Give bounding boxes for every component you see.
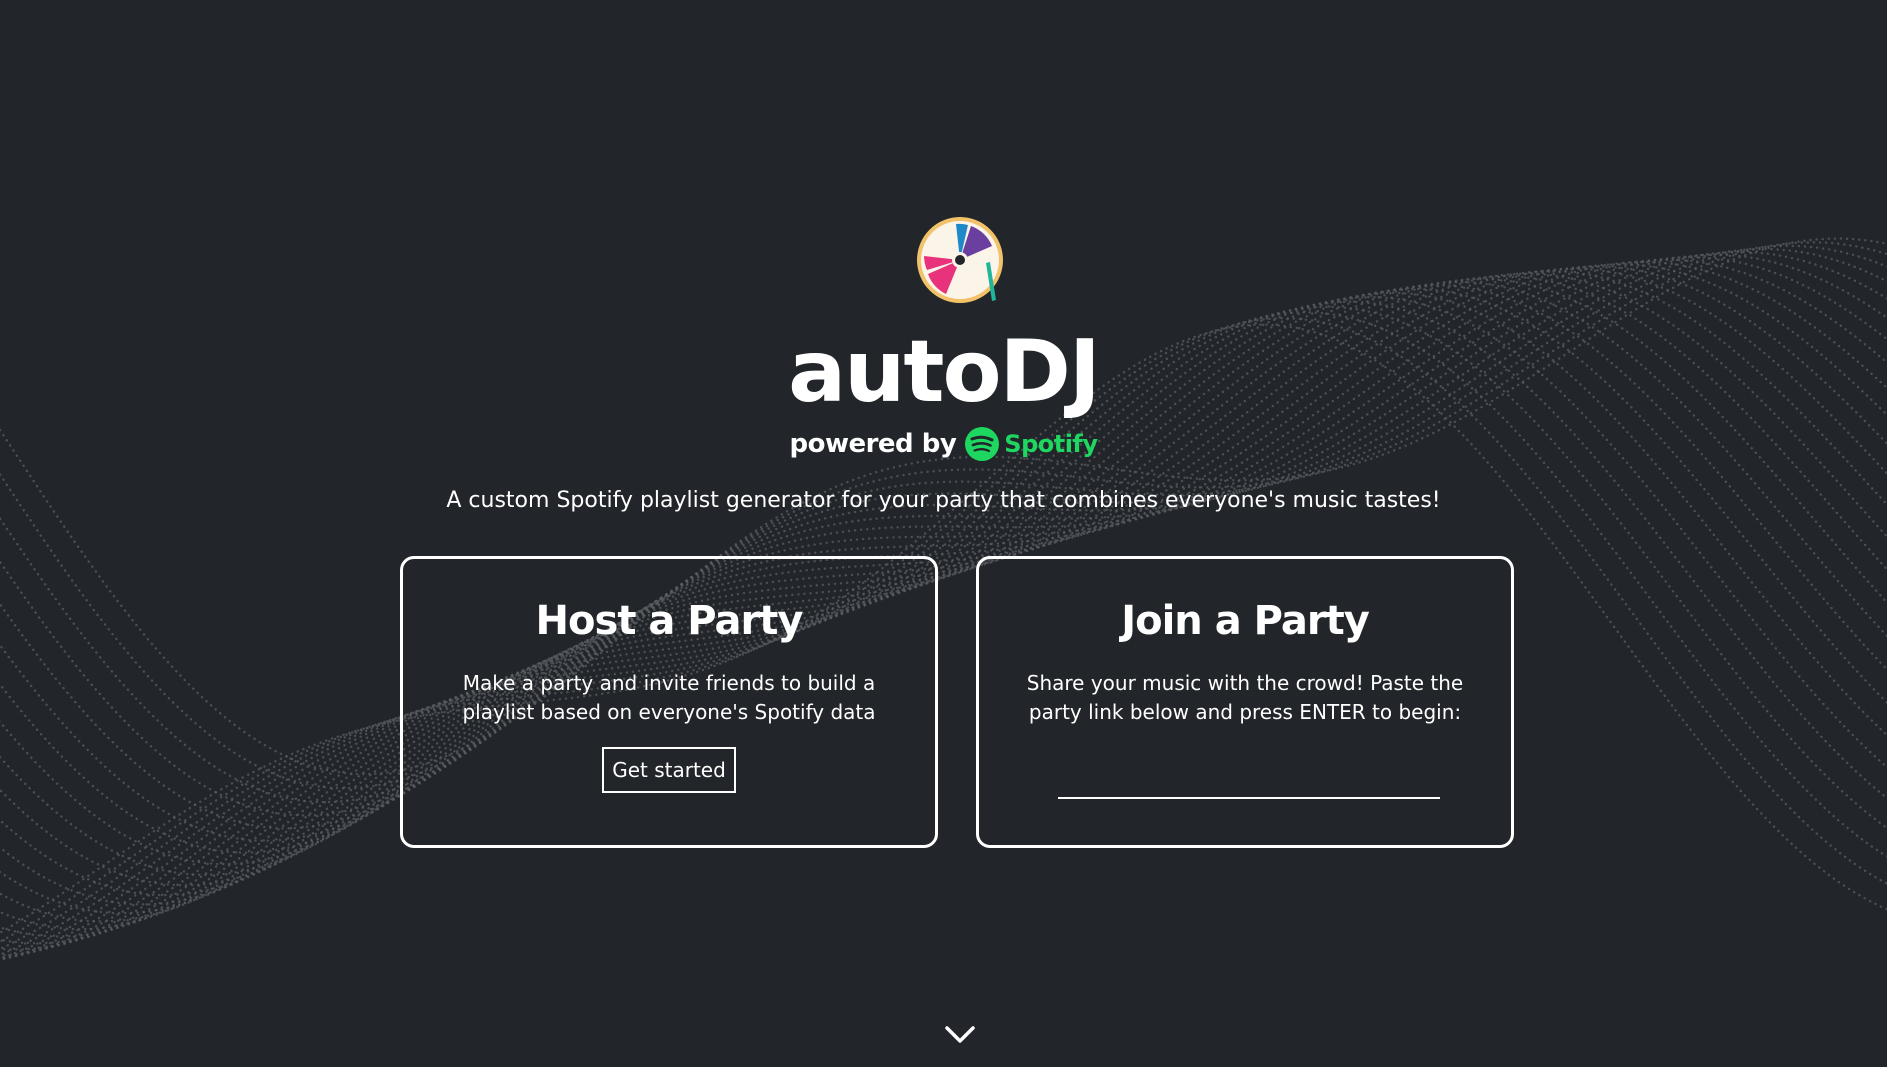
spotify-icon bbox=[965, 427, 1000, 461]
join-party-card: Join a Party Share your music with the c… bbox=[976, 556, 1514, 848]
join-party-title: Join a Party bbox=[1121, 598, 1370, 644]
vinyl-disc-logo-icon bbox=[917, 217, 1003, 303]
spotify-wordmark: Spotify bbox=[1004, 430, 1098, 458]
spotify-logo: Spotify bbox=[964, 426, 1098, 462]
join-party-description: Share your music with the crowd! Paste t… bbox=[1026, 671, 1464, 724]
get-started-button[interactable]: Get started bbox=[602, 747, 736, 793]
host-party-title: Host a Party bbox=[535, 598, 804, 644]
host-party-description: Make a party and invite friends to build… bbox=[462, 671, 876, 724]
powered-by-line: powered by Spotify bbox=[0, 426, 1887, 462]
app-title: autoDJ bbox=[788, 322, 1101, 422]
chevron-down-icon[interactable] bbox=[944, 1024, 976, 1046]
powered-by-text: powered by bbox=[789, 429, 957, 459]
main-content: autoDJ powered by Spotify A custom Spoti… bbox=[0, 0, 1887, 1067]
party-link-input[interactable] bbox=[1058, 769, 1440, 799]
tagline: A custom Spotify playlist generator for … bbox=[446, 488, 1441, 513]
landing-page: autoDJ powered by Spotify A custom Spoti… bbox=[0, 0, 1887, 1067]
host-party-card: Host a Party Make a party and invite fri… bbox=[400, 556, 938, 848]
